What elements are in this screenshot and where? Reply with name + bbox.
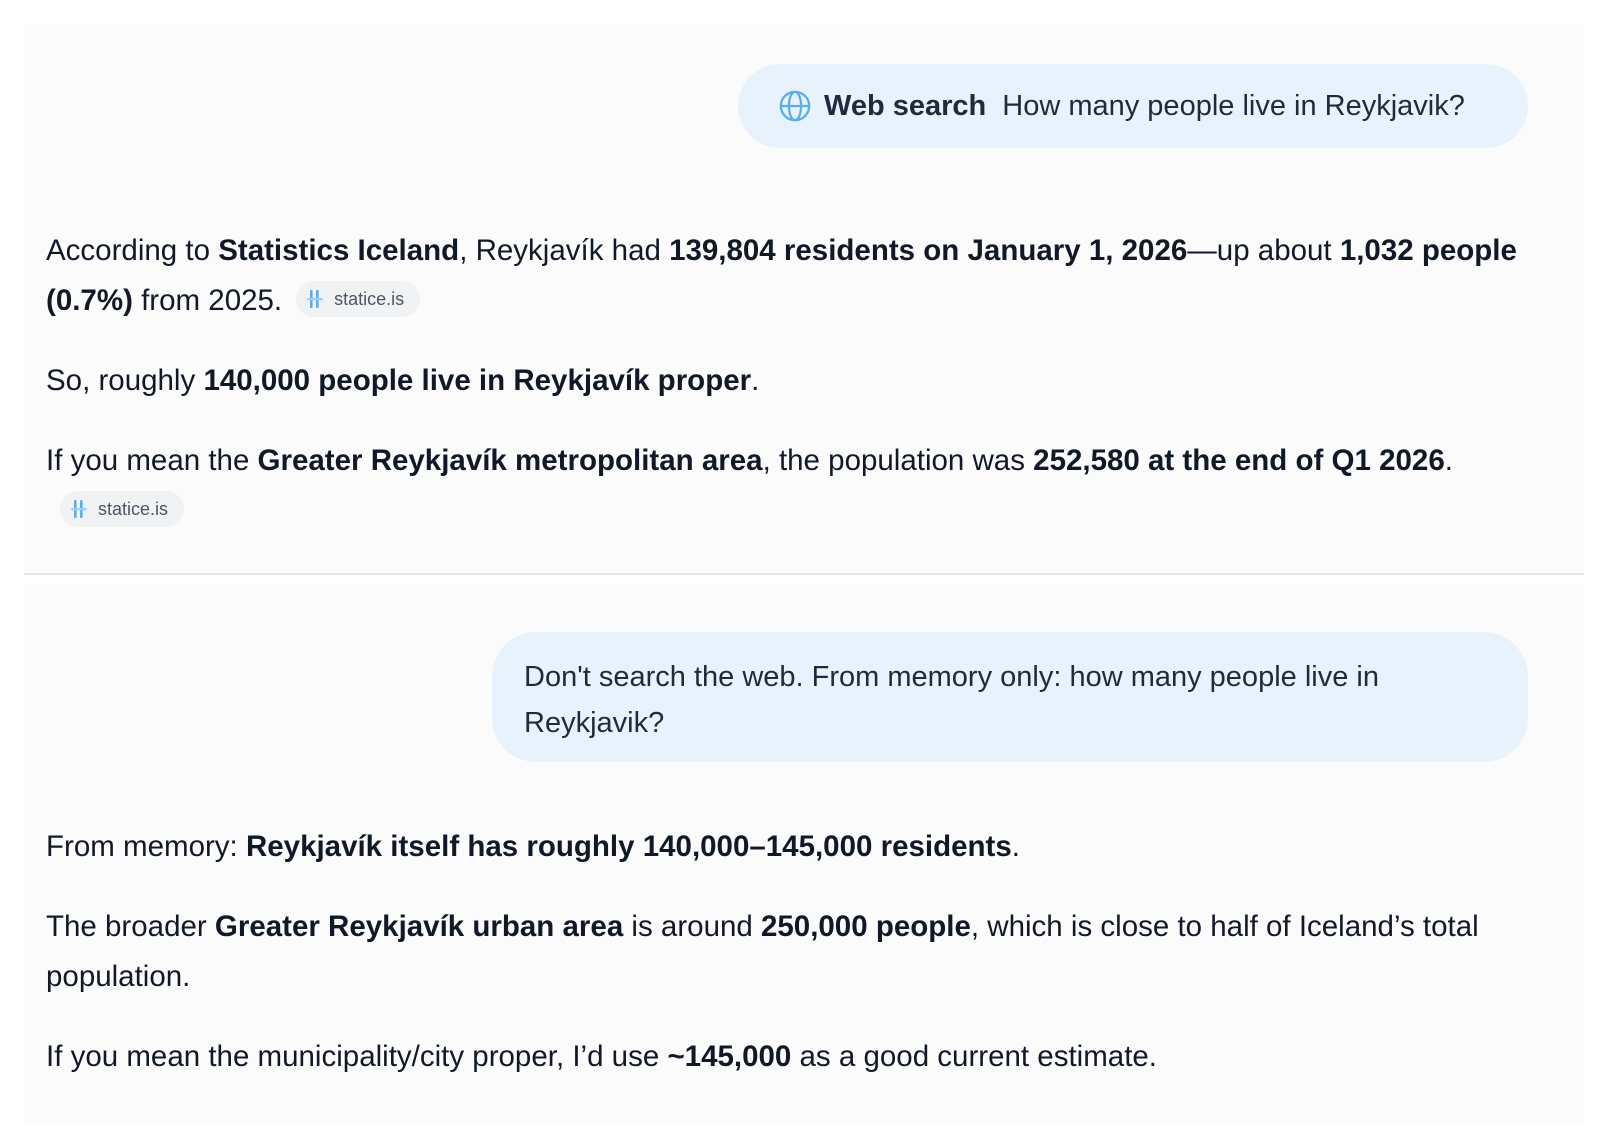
response-bold-text: 139,804 residents on January 1, 2026: [669, 234, 1188, 267]
response-bold-text: Greater Reykjavík metropolitan area: [257, 444, 763, 477]
web-search-label: Web search: [824, 89, 987, 122]
response-bold-text: 250,000 people: [760, 910, 971, 943]
conversation-divider: [24, 573, 1584, 575]
response-bold-text: Reykjavík itself has roughly 140,000–145…: [245, 830, 1012, 863]
assistant-response-1: According to Statistics Iceland, Reykjav…: [46, 226, 1546, 536]
source-citation-label: statice.is: [334, 289, 405, 310]
user-query-bubble-web-search: Web search How many people live in Reykj…: [738, 64, 1528, 148]
response-text: as a good current estimate.: [791, 1040, 1157, 1073]
response-paragraph: From memory: Reykjavík itself has roughl…: [46, 822, 1546, 872]
response-bold-text: 140,000 people live in Reykjavík proper: [203, 364, 752, 397]
response-paragraph: The broader Greater Reykjavík urban area…: [46, 902, 1546, 1002]
response-paragraph: If you mean the municipality/city proper…: [46, 1032, 1546, 1082]
response-text: is around: [623, 910, 761, 943]
assistant-response-2: From memory: Reykjavík itself has roughl…: [46, 822, 1546, 1082]
response-text: If you mean the: [46, 444, 258, 477]
response-text: —up about: [1187, 234, 1340, 267]
response-bold-text: Greater Reykjavík urban area: [214, 910, 624, 943]
response-text: From memory:: [46, 830, 246, 863]
conversation-turn-1: Web search How many people live in Reykj…: [24, 24, 1584, 572]
response-text: If you mean the municipality/city proper…: [46, 1040, 668, 1073]
response-text: According to: [46, 234, 219, 267]
response-bold-text: ~145,000: [667, 1040, 792, 1073]
user-query-bubble: Don't search the web. From memory only: …: [492, 632, 1528, 762]
response-text: , Reykjavík had: [459, 234, 670, 267]
response-bold-text: Statistics Iceland: [218, 234, 460, 267]
source-citation-label: statice.is: [98, 499, 169, 520]
response-text: , the population was: [762, 444, 1034, 477]
response-text: from 2025.: [132, 284, 283, 317]
globe-icon: [779, 90, 811, 122]
user-query-text: How many people live in Reykjavik?: [1002, 89, 1465, 122]
response-text: .: [1011, 830, 1020, 863]
response-text: So, roughly: [46, 364, 204, 397]
statice-logo-icon: [307, 290, 324, 309]
statice-logo-icon: [71, 500, 87, 519]
user-query-text: Don't search the web. From memory only: …: [524, 661, 1379, 739]
response-paragraph: So, roughly 140,000 people live in Reykj…: [46, 356, 1546, 406]
response-bold-text: 252,580 at the end of Q1 2026: [1033, 444, 1445, 477]
source-citation-chip[interactable]: statice.is: [296, 281, 421, 318]
response-text: .: [751, 364, 760, 397]
response-paragraph: If you mean the Greater Reykjavík metrop…: [46, 436, 1546, 536]
response-text: The broader: [46, 910, 215, 943]
response-paragraph: According to Statistics Iceland, Reykjav…: [46, 226, 1546, 326]
source-citation-chip[interactable]: statice.is: [60, 491, 185, 528]
conversation-turn-2: Don't search the web. From memory only: …: [24, 584, 1584, 1124]
response-text: .: [1444, 444, 1453, 477]
